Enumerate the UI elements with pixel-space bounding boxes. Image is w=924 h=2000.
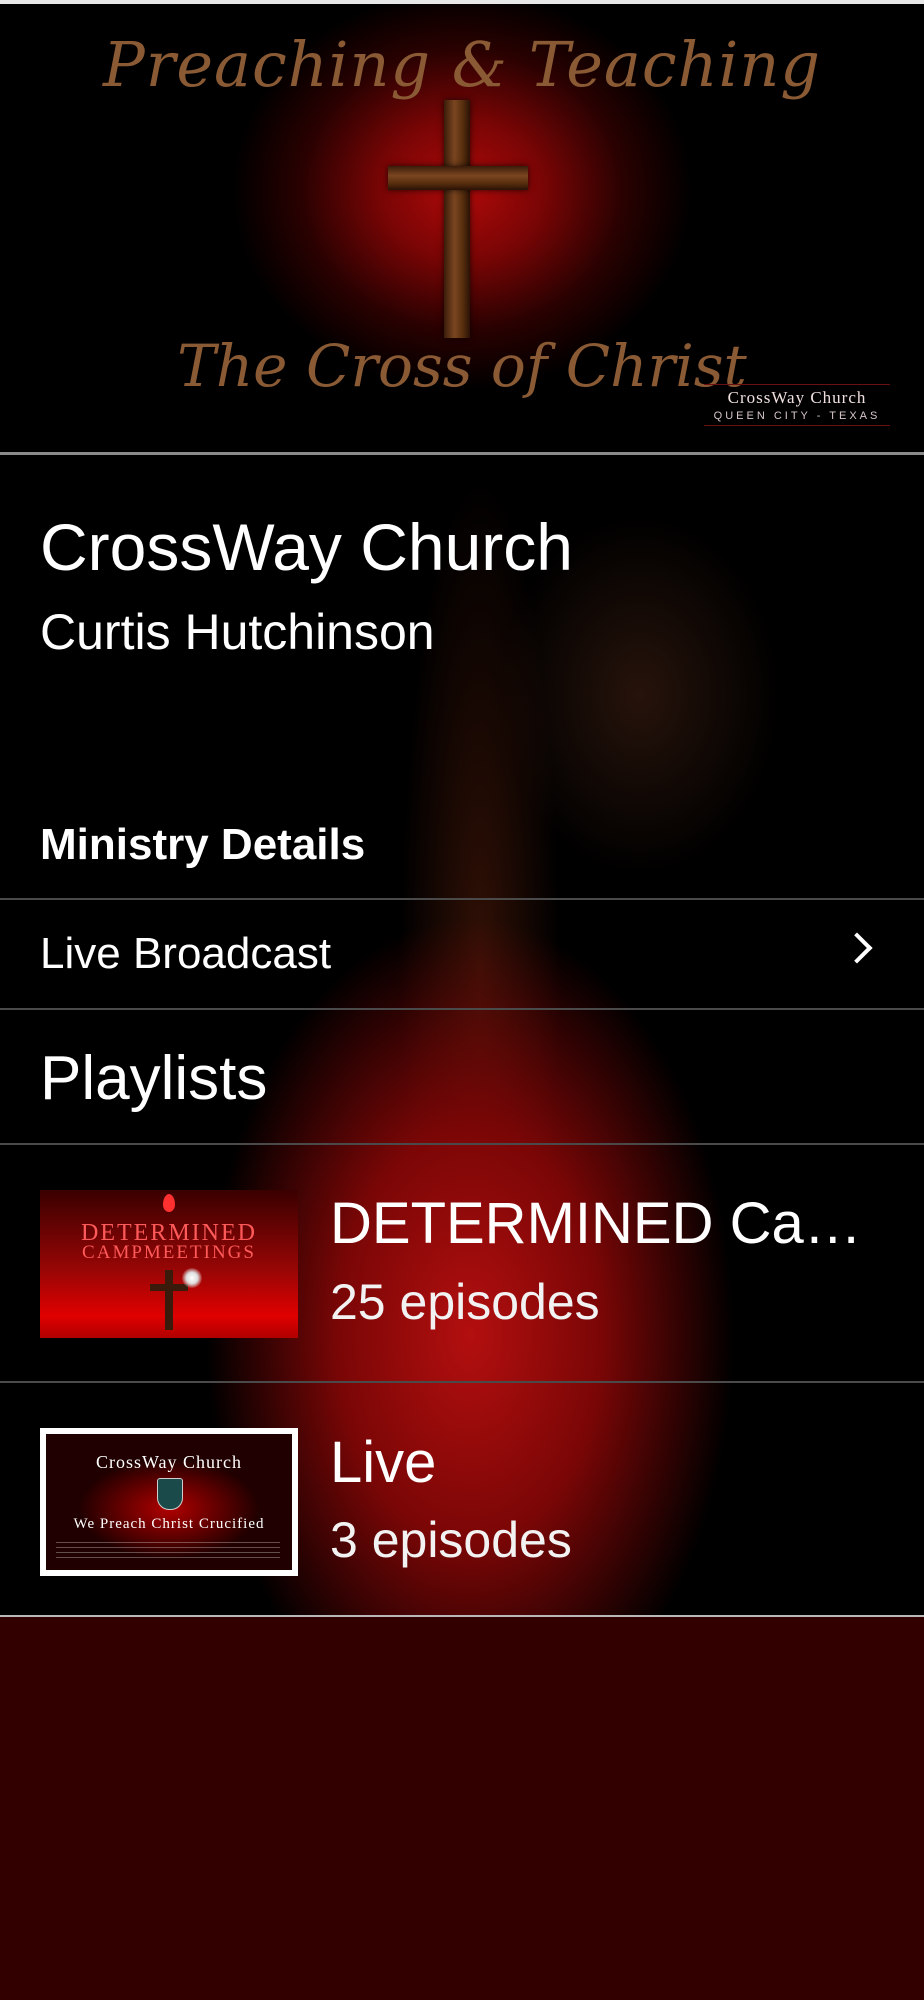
chevron-right-icon [841,932,873,964]
playlist-item[interactable]: CrossWay Church We Preach Christ Crucifi… [0,1383,924,1619]
live-broadcast-label: Live Broadcast [40,929,332,978]
ministry-page: Preaching & Teaching The Cross of Christ… [0,0,924,2000]
playlist-thumbnail: CrossWay Church We Preach Christ Crucifi… [40,1428,298,1576]
playlist-title: DETERMINED Campmeetings [330,1191,885,1256]
playlist-episode-count: 25 episodes [330,1274,600,1330]
ministry-name: CrossWay Church [40,510,573,584]
shield-icon [157,1478,183,1510]
thumbnail-fine-print [56,1542,280,1560]
content-area: CrossWay Church Curtis Hutchinson Minist… [0,455,924,1615]
hero-banner: Preaching & Teaching The Cross of Christ… [0,0,924,455]
redacted-block [40,693,318,781]
thumbnail-art: CrossWay Church We Preach Christ Crucifi… [46,1434,292,1570]
pastor-name: Curtis Hutchinson [40,604,435,660]
flame-icon [163,1194,175,1212]
playlist-title: Live [330,1430,437,1495]
playlists-heading: Playlists [40,1044,268,1113]
hero-title-top: Preaching & Teaching [102,28,821,101]
playlist-item[interactable]: DETERMINED CAMPMEETINGS DETERMINED Campm… [0,1145,924,1381]
empty-area [0,1617,924,2000]
playlist-thumbnail: DETERMINED CAMPMEETINGS [40,1190,298,1338]
top-edge-line [0,0,924,4]
cross-icon-crossbar [388,166,528,190]
divider [0,898,924,900]
dove-icon [182,1268,202,1288]
cross-icon-crossbar [150,1284,188,1291]
divider [0,1008,924,1010]
cross-icon [165,1270,173,1330]
church-logo-badge: CrossWay Church QUEEN CITY - TEXAS [704,384,890,426]
ministry-details-heading: Ministry Details [40,820,366,869]
cross-icon [444,100,470,338]
badge-church-name: CrossWay Church [727,388,867,407]
badge-location: QUEEN CITY - TEXAS [713,410,881,422]
thumbnail-text: CrossWay Church [95,1452,243,1472]
thumbnail-text: CAMPMEETINGS [82,1242,256,1263]
playlist-episode-count: 3 episodes [330,1512,572,1568]
thumbnail-text: We Preach Christ Crucified [73,1516,265,1532]
live-broadcast-row[interactable]: Live Broadcast [0,901,924,1009]
